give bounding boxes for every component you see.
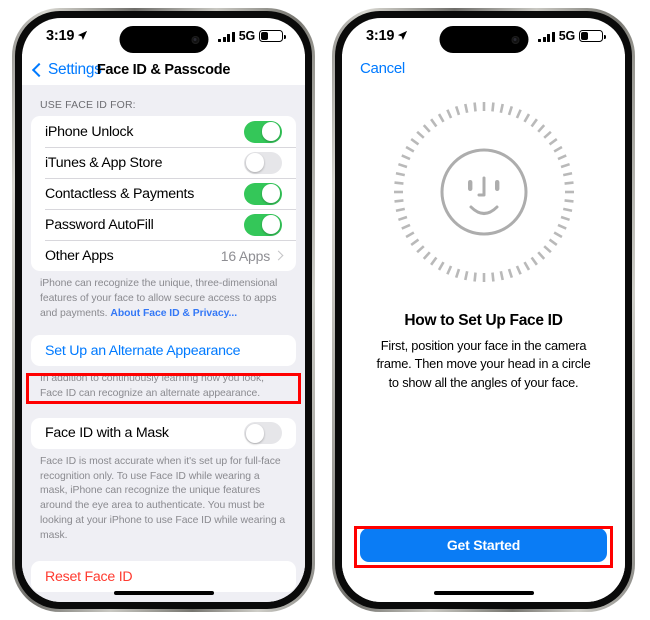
footnote-alternate-appearance: In addition to continuously learning how… bbox=[40, 373, 264, 400]
signal-bars-icon bbox=[218, 31, 235, 42]
status-time: 3:19 bbox=[46, 28, 75, 44]
cancel-bar: Cancel bbox=[342, 54, 625, 78]
faceid-setup-body: Cancel How to Set Up Face ID First, posi… bbox=[342, 54, 625, 602]
location-arrow-icon bbox=[78, 30, 88, 40]
dynamic-island bbox=[119, 26, 208, 53]
row-control bbox=[244, 120, 282, 143]
status-time: 3:19 bbox=[366, 28, 395, 44]
row-label: Contactless & Payments bbox=[45, 185, 195, 202]
privacy-link[interactable]: About Face ID & Privacy... bbox=[110, 308, 237, 319]
row-label: Other Apps bbox=[45, 247, 114, 264]
navigation-bar: Settings Face ID & Passcode bbox=[22, 54, 305, 85]
network-type-label: 5G bbox=[238, 29, 255, 43]
row-contactless-payments[interactable]: Contactless & Payments bbox=[31, 178, 296, 209]
row-other-apps[interactable]: Other Apps 16 Apps bbox=[31, 240, 296, 271]
chevron-left-icon bbox=[31, 62, 47, 77]
row-label: iTunes & App Store bbox=[45, 154, 163, 171]
home-indicator[interactable] bbox=[113, 591, 214, 595]
get-started-button[interactable]: Get Started bbox=[360, 528, 607, 562]
status-time-group: 3:19 bbox=[366, 28, 408, 44]
row-control bbox=[244, 182, 282, 205]
footnote-mask: Face ID is most accurate when it's set u… bbox=[40, 455, 286, 541]
mask-card: Face ID with a Mask bbox=[31, 417, 296, 449]
dynamic-island bbox=[439, 26, 528, 53]
row-itunes-app-store[interactable]: iTunes & App Store bbox=[31, 147, 296, 178]
row-label: Password AutoFill bbox=[45, 216, 154, 233]
status-time-group: 3:19 bbox=[46, 28, 88, 44]
phone-right: 3:19 5G Cancel How to Set Up Face ID Fir… bbox=[332, 8, 635, 612]
alternate-appearance-label: Set Up an Alternate Appearance bbox=[45, 342, 241, 359]
section-header-use-faceid: USE FACE ID FOR: bbox=[40, 99, 136, 111]
status-indicators: 5G bbox=[218, 29, 286, 43]
cancel-button[interactable]: Cancel bbox=[360, 60, 405, 77]
toggle-iphone-unlock[interactable] bbox=[244, 120, 282, 143]
comparison-stage: 3:19 5G Settings Face ID & Passcode USE … bbox=[0, 0, 650, 620]
row-control bbox=[244, 213, 282, 236]
front-camera-icon bbox=[511, 35, 519, 44]
phone-screen-faceid-setup: 3:19 5G Cancel How to Set Up Face ID Fir… bbox=[342, 18, 625, 602]
phone-left: 3:19 5G Settings Face ID & Passcode USE … bbox=[12, 8, 315, 612]
use-faceid-card: iPhone Unlock iTunes & App Store Contact… bbox=[31, 116, 296, 271]
status-indicators: 5G bbox=[538, 29, 606, 43]
toggle-contactless-payments[interactable] bbox=[244, 182, 282, 205]
row-password-autofill[interactable]: Password AutoFill bbox=[31, 209, 296, 240]
network-type-label: 5G bbox=[558, 29, 575, 43]
row-control: 16 Apps bbox=[220, 247, 284, 264]
row-control bbox=[244, 151, 282, 174]
location-arrow-icon bbox=[398, 30, 408, 40]
toggle-itunes-app-store[interactable] bbox=[244, 151, 282, 174]
phone-bezel: 3:19 5G Settings Face ID & Passcode USE … bbox=[15, 11, 312, 609]
row-face-id-with-mask[interactable]: Face ID with a Mask bbox=[31, 418, 296, 449]
home-indicator[interactable] bbox=[433, 591, 534, 595]
signal-bars-icon bbox=[538, 31, 555, 42]
setup-description: First, position your face in the camera … bbox=[376, 338, 591, 390]
front-camera-icon bbox=[191, 35, 199, 44]
toggle-face-id-with-mask[interactable] bbox=[244, 422, 282, 445]
back-button[interactable]: Settings bbox=[31, 60, 102, 79]
phone-screen-settings: 3:19 5G Settings Face ID & Passcode USE … bbox=[22, 18, 305, 602]
reset-face-id-label: Reset Face ID bbox=[45, 568, 133, 585]
row-iphone-unlock[interactable]: iPhone Unlock bbox=[31, 116, 296, 147]
settings-scroll-area[interactable]: USE FACE ID FOR: iPhone Unlock iTunes & … bbox=[22, 85, 305, 602]
row-control bbox=[244, 422, 282, 445]
phone-bezel: 3:19 5G Cancel How to Set Up Face ID Fir… bbox=[335, 11, 632, 609]
footnote-use-faceid: iPhone can recognize the unique, three-d… bbox=[22, 271, 305, 321]
row-label: iPhone Unlock bbox=[45, 123, 134, 140]
back-button-label: Settings bbox=[48, 60, 102, 78]
battery-low-icon bbox=[579, 30, 606, 42]
row-label: Face ID with a Mask bbox=[45, 425, 169, 442]
reset-face-id-button[interactable]: Reset Face ID bbox=[31, 561, 296, 593]
battery-low-icon bbox=[259, 30, 286, 42]
set-up-alternate-appearance-button[interactable]: Set Up an Alternate Appearance bbox=[31, 335, 296, 367]
face-id-smiley-icon bbox=[388, 96, 580, 288]
chevron-right-icon bbox=[273, 250, 284, 261]
toggle-password-autofill[interactable] bbox=[244, 213, 282, 236]
setup-title: How to Set Up Face ID bbox=[404, 312, 563, 329]
other-apps-value: 16 Apps bbox=[220, 247, 270, 264]
